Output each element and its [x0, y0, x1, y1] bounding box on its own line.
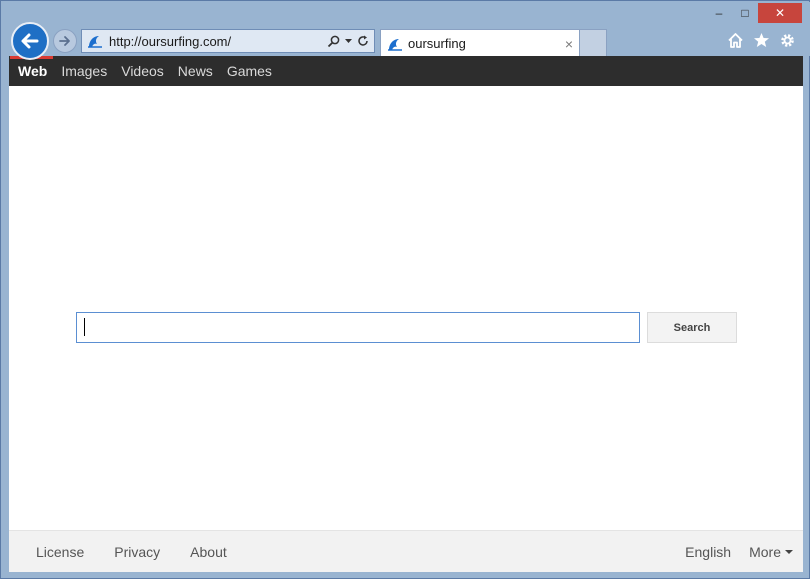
- footer-links: License Privacy About: [9, 544, 230, 560]
- chevron-down-icon: [785, 549, 793, 554]
- back-button[interactable]: [11, 22, 49, 60]
- more-label: More: [749, 543, 781, 560]
- browser-toolbar-icons: [726, 31, 796, 49]
- maximize-button[interactable]: □: [732, 3, 758, 23]
- language-link[interactable]: English: [685, 544, 731, 560]
- top-navbar: Web Images Videos News Games: [9, 56, 803, 86]
- more-menu[interactable]: More: [749, 544, 793, 560]
- about-link[interactable]: About: [190, 544, 227, 560]
- search-input[interactable]: [76, 312, 640, 343]
- tab-title: oursurfing: [408, 36, 466, 51]
- forward-arrow-icon: [59, 36, 70, 46]
- nav-item-games[interactable]: Games: [227, 56, 272, 86]
- dropdown-icon[interactable]: [345, 38, 352, 44]
- site-favicon: [388, 38, 402, 51]
- address-bar[interactable]: http://oursurfing.com/: [81, 29, 375, 53]
- nav-item-videos[interactable]: Videos: [121, 56, 164, 86]
- browser-window: – □ ✕ http://oursurfing.com/ oursurfing …: [0, 0, 810, 579]
- new-tab-button[interactable]: [580, 29, 607, 57]
- star-icon[interactable]: [752, 31, 770, 49]
- forward-button[interactable]: [53, 29, 77, 53]
- tab-oursurfing[interactable]: oursurfing ×: [380, 29, 580, 57]
- address-tools: [327, 35, 374, 48]
- privacy-link[interactable]: Privacy: [114, 544, 160, 560]
- footer-right: English More: [685, 544, 803, 560]
- nav-item-news[interactable]: News: [178, 56, 213, 86]
- back-arrow-icon: [21, 33, 39, 49]
- nav-item-web[interactable]: Web: [9, 56, 54, 86]
- minimize-button[interactable]: –: [706, 3, 732, 23]
- close-window-button[interactable]: ✕: [758, 3, 802, 23]
- footer: License Privacy About English More: [9, 530, 803, 572]
- home-icon[interactable]: [726, 31, 744, 49]
- search-button[interactable]: Search: [647, 312, 737, 343]
- gear-icon[interactable]: [778, 31, 796, 49]
- site-favicon: [88, 36, 102, 48]
- text-caret: [84, 318, 85, 336]
- search-form: Search: [76, 312, 737, 343]
- nav-item-images[interactable]: Images: [61, 56, 107, 86]
- license-link[interactable]: License: [36, 544, 84, 560]
- refresh-icon[interactable]: [357, 35, 369, 47]
- page-content: Web Images Videos News Games Search Lice…: [9, 56, 803, 572]
- search-icon[interactable]: [327, 35, 340, 48]
- address-url[interactable]: http://oursurfing.com/: [109, 34, 327, 49]
- window-controls: – □ ✕: [706, 3, 802, 23]
- browser-chrome: – □ ✕ http://oursurfing.com/ oursurfing …: [2, 2, 810, 60]
- tab-close-icon[interactable]: ×: [559, 36, 579, 52]
